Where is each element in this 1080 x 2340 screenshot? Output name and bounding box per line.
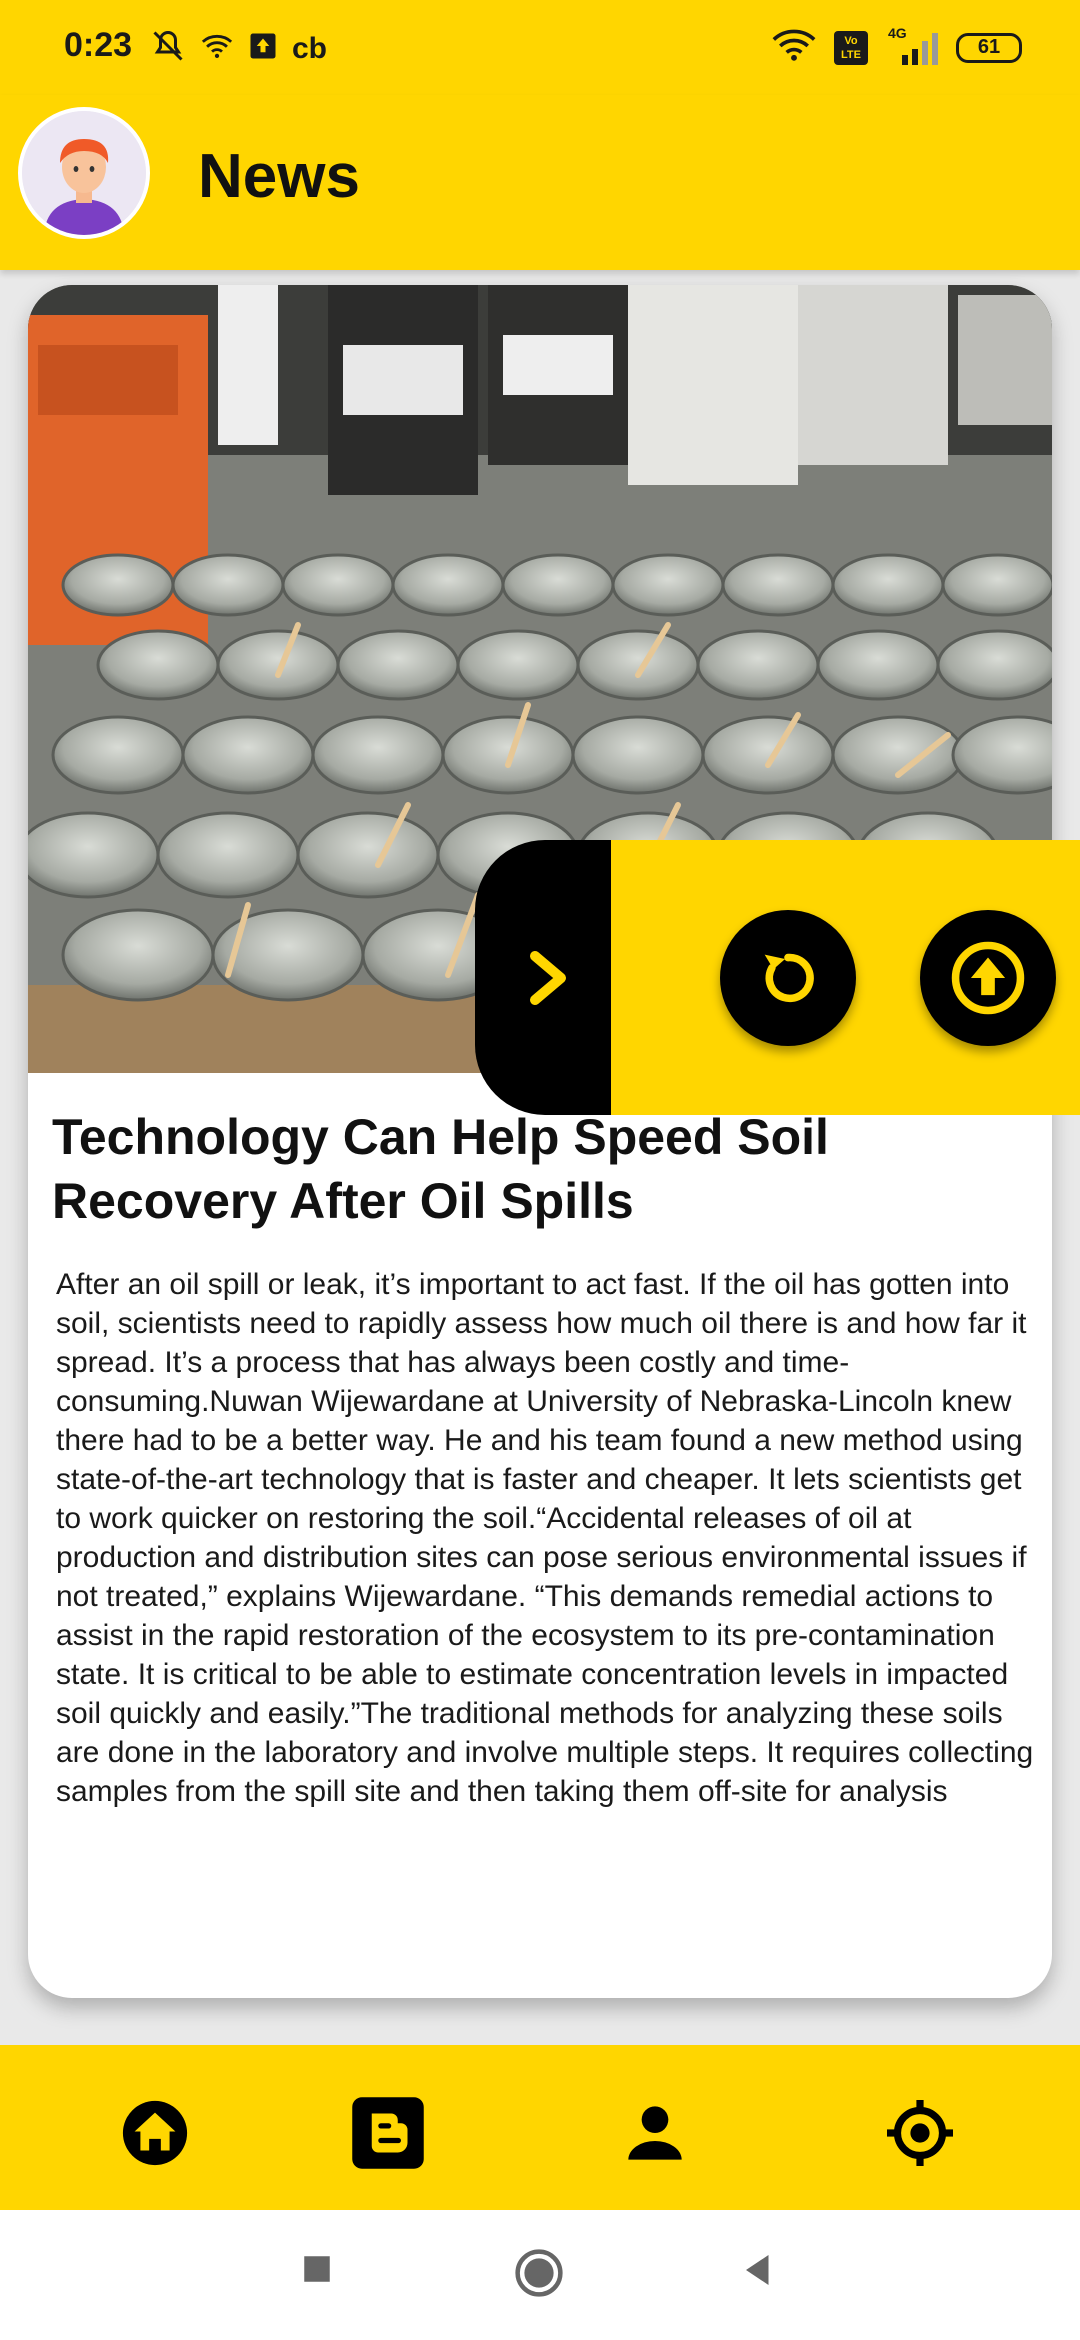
page-title: News bbox=[198, 142, 360, 211]
nav-location[interactable] bbox=[880, 2093, 960, 2173]
wifi-calling-icon bbox=[200, 29, 234, 68]
cb-icon: cb bbox=[292, 31, 328, 65]
system-navigation-bar bbox=[0, 2210, 1080, 2340]
wifi-icon bbox=[772, 28, 816, 67]
article-body: After an oil spill or leak, it’s importa… bbox=[56, 1268, 1034, 1808]
floating-action-panel bbox=[475, 840, 1080, 1115]
bottom-navigation bbox=[0, 2045, 1080, 2210]
arrow-up-circle-icon bbox=[951, 941, 1025, 1015]
upload-icon bbox=[248, 31, 278, 66]
home-icon bbox=[122, 2100, 188, 2166]
status-right-icons: Vo LTE 4G 61 bbox=[772, 25, 1022, 67]
action-tray bbox=[611, 840, 1080, 1115]
nav-blog[interactable] bbox=[348, 2093, 428, 2173]
signal-icon: 4G bbox=[886, 25, 938, 65]
status-left-icons: cb bbox=[150, 28, 327, 69]
home-system-button[interactable] bbox=[512, 2246, 566, 2305]
article-card[interactable]: Technology Can Help Speed Soil Recovery … bbox=[28, 285, 1052, 1998]
status-time: 0:23 bbox=[64, 26, 133, 64]
upload-button[interactable] bbox=[920, 910, 1056, 1046]
volte-badge: Vo LTE bbox=[834, 30, 868, 65]
blogger-icon bbox=[352, 2097, 424, 2169]
recents-button[interactable] bbox=[300, 2252, 334, 2291]
location-target-icon bbox=[887, 2100, 953, 2166]
app-bar: News bbox=[0, 95, 1080, 270]
refresh-button[interactable] bbox=[720, 910, 856, 1046]
avatar[interactable] bbox=[18, 107, 150, 239]
battery-indicator: 61 bbox=[956, 32, 1022, 63]
status-bar: 0:23 cb Vo LTE 4G 61 bbox=[0, 0, 1080, 95]
person-icon bbox=[628, 2106, 682, 2160]
home-circle-icon bbox=[515, 2249, 563, 2297]
nav-profile[interactable] bbox=[615, 2093, 695, 2173]
back-button[interactable] bbox=[740, 2252, 776, 2293]
chevron-right-icon bbox=[530, 951, 566, 1005]
recents-square-icon bbox=[304, 2256, 330, 2282]
user-avatar-icon bbox=[22, 111, 146, 235]
article-title: Technology Can Help Speed Soil Recovery … bbox=[52, 1109, 829, 1229]
nav-home[interactable] bbox=[115, 2093, 195, 2173]
back-triangle-icon bbox=[746, 2255, 769, 2285]
refresh-icon bbox=[764, 953, 814, 1003]
mute-icon bbox=[150, 28, 186, 69]
